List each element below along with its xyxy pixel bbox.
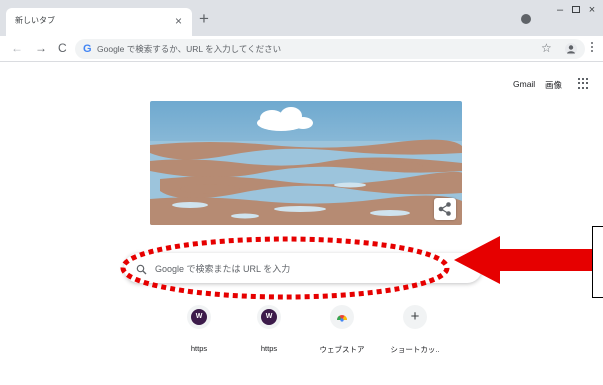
tab-new-tab[interactable]: 新しいタブ × <box>6 8 192 36</box>
add-shortcut-button[interactable]: + ショートカッ.. <box>385 305 445 355</box>
shortcut-label: ショートカッ.. <box>390 345 440 354</box>
profile-avatar-icon[interactable] <box>565 43 577 55</box>
close-window-button[interactable]: × <box>582 2 602 20</box>
address-bar[interactable]: G Google で検索するか、URL を入力してください <box>75 39 585 59</box>
google-doodle[interactable] <box>150 101 462 225</box>
menu-dots-icon[interactable] <box>591 42 594 54</box>
shortcut-icon-bg: + <box>403 305 427 329</box>
share-icon[interactable] <box>434 198 456 220</box>
google-icon: G <box>83 43 92 55</box>
tab-strip: 新しいタブ × + – × <box>0 0 603 36</box>
shortcut-tile[interactable]: W https <box>169 305 229 353</box>
search-icon <box>136 262 147 280</box>
search-box[interactable]: Google で検索または URL を入力 <box>124 253 482 283</box>
webstore-icon <box>337 315 347 322</box>
shortcut-icon-bg <box>330 305 354 329</box>
shortcut-label: https <box>260 344 278 353</box>
bookmark-star-icon[interactable]: ☆ <box>541 40 552 56</box>
forward-button[interactable]: → <box>35 39 47 57</box>
shortcut-icon-bg: W <box>187 305 211 329</box>
new-tab-button[interactable]: + <box>199 10 209 28</box>
gmail-link[interactable]: Gmail <box>513 79 535 89</box>
w-favicon-icon: W <box>261 309 277 325</box>
annotation-callout-box <box>592 226 603 298</box>
media-control-icon[interactable] <box>521 14 531 24</box>
apps-grid-icon[interactable] <box>578 78 589 89</box>
shortcut-label: ウェブストア <box>319 345 365 354</box>
search-placeholder: Google で検索または URL を入力 <box>155 264 291 274</box>
shortcut-tile[interactable]: W https <box>239 305 299 353</box>
plus-icon: + <box>410 308 420 325</box>
shortcut-tile[interactable]: ウェブストア <box>312 305 372 355</box>
tab-title: 新しいタブ <box>15 16 55 25</box>
shortcut-icon-bg: W <box>257 305 281 329</box>
w-favicon-icon: W <box>191 309 207 325</box>
images-link[interactable]: 画像 <box>545 79 562 91</box>
tab-close-icon[interactable]: × <box>175 12 182 30</box>
address-bar-placeholder: Google で検索するか、URL を入力してください <box>97 44 282 54</box>
toolbar: ← → C G Google で検索するか、URL を入力してください <box>0 36 603 62</box>
reload-button[interactable]: C <box>58 39 67 57</box>
back-button[interactable]: ← <box>11 39 23 57</box>
shortcut-label: https <box>190 344 208 353</box>
